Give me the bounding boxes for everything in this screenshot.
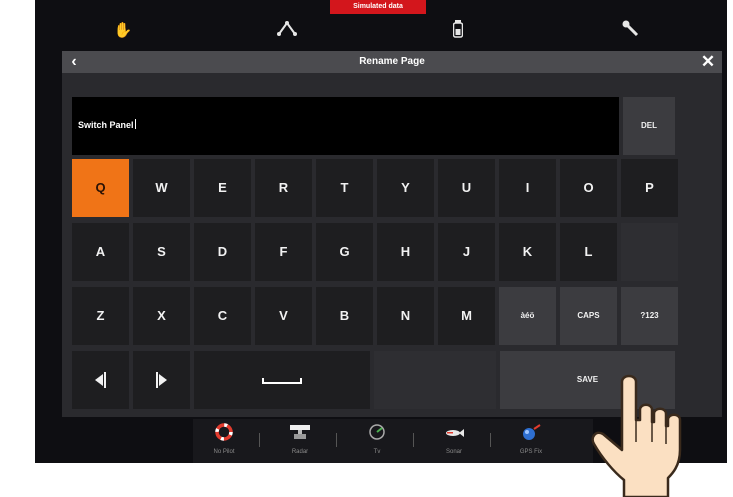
satellite-icon [520,423,542,441]
cursor-right-key[interactable] [133,351,190,409]
key-b[interactable]: B [316,287,373,345]
key-g[interactable]: G [316,223,373,281]
symbols-key[interactable]: ?123 [621,287,678,345]
key-x[interactable]: X [133,287,190,345]
gauge-icon [366,423,388,441]
cursor-left-key[interactable] [72,351,129,409]
delete-key[interactable]: DEL [623,97,675,155]
key-r[interactable]: R [255,159,312,217]
wrench-icon[interactable] [620,20,642,42]
tank-icon[interactable] [447,20,469,42]
taskbar-divider [336,433,337,447]
key-n[interactable]: N [377,287,434,345]
key-a[interactable]: A [72,223,129,281]
bottom-taskbar: No Pilot Radar Tv Sonar GPS Fix [193,419,593,463]
taskbar-divider [413,433,414,447]
key-e[interactable]: E [194,159,251,217]
key-o[interactable]: O [560,159,617,217]
rename-page-dialog: ‹ Rename Page ✕ Switch Panel DEL SA V E QW… [62,51,722,417]
taskbar-item-sonar[interactable]: Sonar [423,419,485,463]
taskbar-item-autopilot[interactable]: No Pilot [193,419,255,463]
caps-key[interactable]: CAPS [560,287,617,345]
empty-key-area [374,351,496,409]
key-j[interactable]: J [438,223,495,281]
space-key[interactable] [194,351,370,409]
taskbar-divider [490,433,491,447]
key-m[interactable]: M [438,287,495,345]
taskbar-label: Sonar [445,449,462,455]
close-icon[interactable]: ✕ [698,51,718,73]
key-v[interactable]: V [255,287,312,345]
key-f[interactable]: F [255,223,312,281]
key-l[interactable]: L [560,223,617,281]
key-h[interactable]: H [377,223,434,281]
taskbar-label: No Pilot [213,449,235,455]
taskbar-item-gps[interactable]: GPS Fix [500,419,562,463]
taskbar-label: Radar [291,449,309,455]
key-c[interactable]: C [194,287,251,345]
fish-icon [443,423,465,441]
taskbar-item-tv[interactable]: Tv [346,419,408,463]
taskbar-label: GPS Fix [519,449,543,455]
page-name-input[interactable]: Switch Panel [72,97,619,155]
text-caret [134,119,136,129]
empty-key-slot [621,223,678,281]
key-q[interactable]: Q [72,159,129,217]
accents-key[interactable]: àéö [499,287,556,345]
space-bar-icon [262,378,302,384]
simulated-data-banner: Simulated data [330,0,426,14]
route-icon[interactable] [276,20,298,42]
key-w[interactable]: W [133,159,190,217]
key-t[interactable]: T [316,159,373,217]
page-name-value: Switch Panel [78,120,134,130]
dialog-title: Rename Page [359,56,425,67]
hand-icon[interactable]: ✋ [112,20,134,42]
dialog-titlebar: ‹ Rename Page ✕ [62,51,722,73]
key-p[interactable]: P [621,159,678,217]
taskbar-item-radar[interactable]: Radar [269,419,331,463]
key-i[interactable]: I [499,159,556,217]
key-y[interactable]: Y [377,159,434,217]
key-u[interactable]: U [438,159,495,217]
taskbar-label: Tv [373,449,381,455]
radar-icon [289,423,311,441]
taskbar-divider [259,433,260,447]
pointing-hand-icon [591,374,682,497]
key-d[interactable]: D [194,223,251,281]
lifebuoy-icon [213,423,235,441]
key-z[interactable]: Z [72,287,129,345]
key-s[interactable]: S [133,223,190,281]
key-k[interactable]: K [499,223,556,281]
